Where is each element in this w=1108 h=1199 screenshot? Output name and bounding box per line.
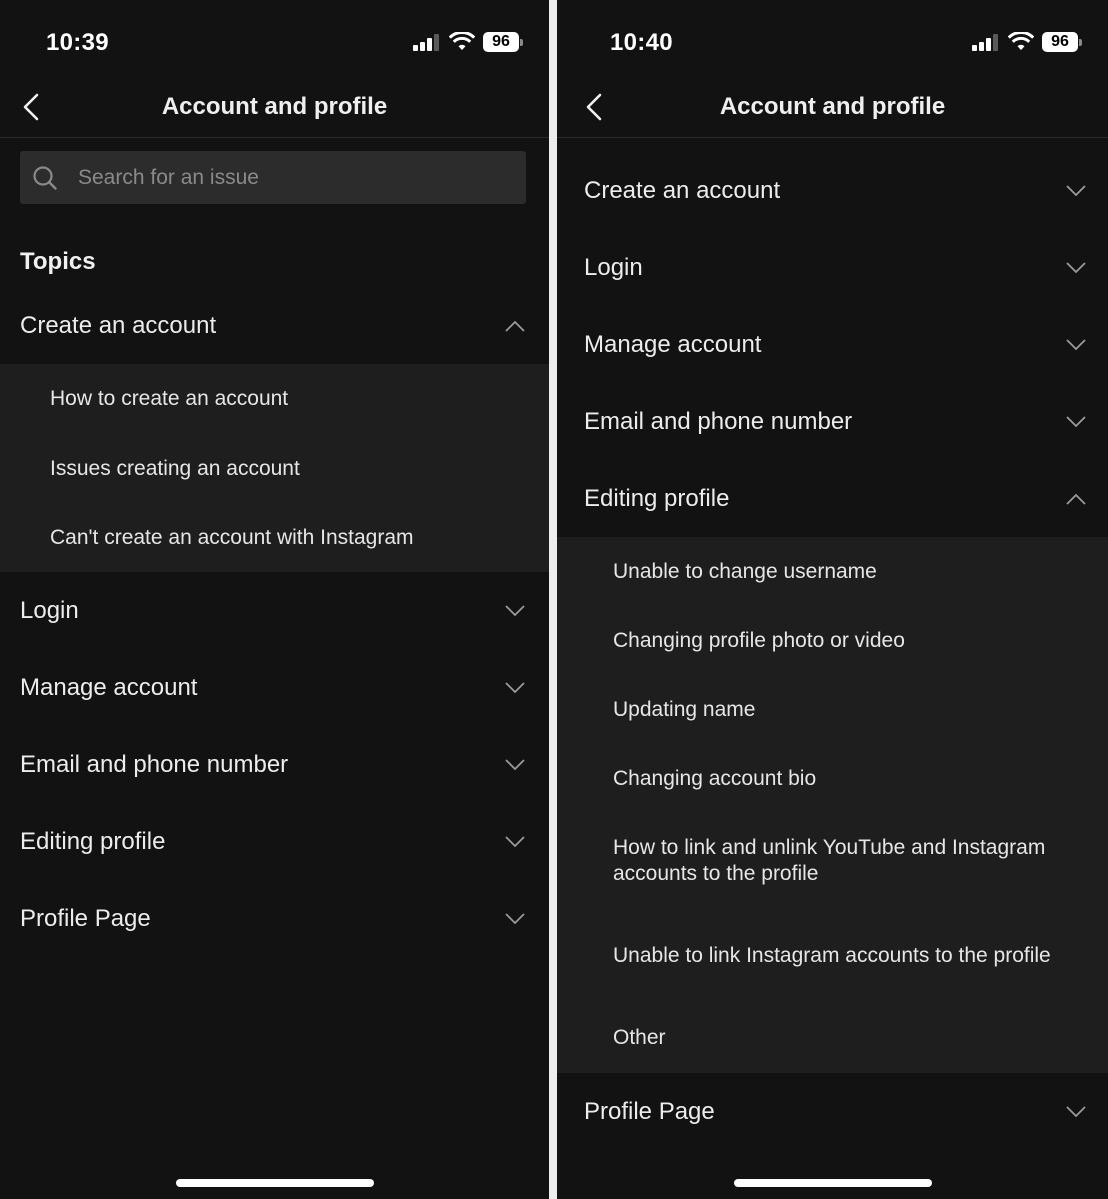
- status-bar: 10:40 96: [557, 0, 1108, 88]
- chevron-down-icon: [505, 912, 525, 924]
- topic-subitems: How to create an account Issues creating…: [0, 364, 549, 572]
- screenshot-divider: [549, 0, 557, 1199]
- search-icon: [33, 165, 57, 190]
- page-title: Account and profile: [161, 93, 388, 120]
- screen-right: 10:40 96 Create an account Login Manage …: [557, 0, 1108, 1199]
- topic-label: Create an account: [584, 176, 781, 204]
- topic-editing-profile[interactable]: Editing profile: [0, 803, 549, 880]
- topic-login[interactable]: Login: [0, 572, 549, 649]
- subtopic-item[interactable]: How to create an account: [0, 364, 549, 434]
- topic-label: Editing profile: [584, 484, 730, 512]
- status-bar: 10:39 96: [0, 0, 549, 88]
- cellular-signal-icon: [972, 33, 1000, 51]
- topic-label: Create an account: [20, 311, 217, 339]
- topic-email-and-phone[interactable]: Email and phone number: [557, 383, 1108, 460]
- cellular-signal-icon: [413, 33, 441, 51]
- topic-create-an-account[interactable]: Create an account: [557, 152, 1108, 229]
- subtopic-item[interactable]: Unable to link Instagram accounts to the…: [557, 908, 1108, 1003]
- topic-manage-account[interactable]: Manage account: [0, 649, 549, 726]
- topic-label: Email and phone number: [584, 407, 853, 435]
- chevron-down-icon: [1066, 184, 1086, 196]
- topic-list: Create an account Login Manage account E…: [557, 152, 1108, 1150]
- battery-level: 96: [483, 32, 519, 52]
- topic-login[interactable]: Login: [557, 229, 1108, 306]
- chevron-down-icon: [1066, 338, 1086, 350]
- nav-bar: Account and profile: [0, 88, 549, 138]
- chevron-up-icon: [505, 320, 525, 332]
- chevron-down-icon: [1066, 415, 1086, 427]
- topics-heading: Topics: [20, 248, 96, 275]
- topic-label: Editing profile: [20, 827, 166, 855]
- topic-profile-page[interactable]: Profile Page: [557, 1073, 1108, 1150]
- subtopic-item[interactable]: Can't create an account with Instagram: [0, 503, 549, 572]
- chevron-down-icon: [1066, 261, 1086, 273]
- topic-label: Manage account: [20, 673, 198, 701]
- subtopic-item[interactable]: Updating name: [557, 675, 1108, 744]
- topic-label: Login: [20, 596, 79, 624]
- subtopic-item[interactable]: Changing profile photo or video: [557, 606, 1108, 675]
- topic-label: Email and phone number: [20, 750, 289, 778]
- home-indicator[interactable]: [733, 1179, 932, 1187]
- screen-left: 10:39 96 Account and profile Topics Crea…: [0, 0, 549, 1199]
- topic-label: Login: [584, 253, 643, 281]
- battery-level: 96: [1042, 32, 1078, 52]
- chevron-down-icon: [505, 604, 525, 616]
- wifi-icon: [1008, 32, 1034, 50]
- topic-email-and-phone[interactable]: Email and phone number: [0, 726, 549, 803]
- topic-list: Create an account How to create an accou…: [0, 287, 549, 957]
- status-time: 10:39: [46, 29, 109, 56]
- topic-editing-profile[interactable]: Editing profile: [557, 460, 1108, 537]
- subtopic-item[interactable]: How to link and unlink YouTube and Insta…: [557, 813, 1108, 908]
- topic-profile-page[interactable]: Profile Page: [0, 880, 549, 957]
- search-input[interactable]: [78, 165, 478, 190]
- topic-label: Profile Page: [584, 1097, 715, 1125]
- chevron-down-icon: [505, 681, 525, 693]
- subtopic-item[interactable]: Issues creating an account: [0, 434, 549, 503]
- status-time: 10:40: [610, 29, 673, 56]
- topic-subitems: Unable to change username Changing profi…: [557, 537, 1108, 1073]
- home-indicator[interactable]: [175, 1179, 374, 1187]
- subtopic-item[interactable]: Unable to change username: [557, 537, 1108, 606]
- battery-icon: 96: [483, 32, 523, 52]
- topic-label: Profile Page: [20, 904, 151, 932]
- page-title: Account and profile: [719, 93, 946, 120]
- search-field[interactable]: [20, 151, 526, 204]
- subtopic-item[interactable]: Changing account bio: [557, 744, 1108, 813]
- wifi-icon: [449, 32, 475, 50]
- subtopic-item[interactable]: Other: [557, 1003, 1108, 1073]
- battery-icon: 96: [1042, 32, 1082, 52]
- topic-label: Manage account: [584, 330, 762, 358]
- topic-create-an-account[interactable]: Create an account: [0, 287, 549, 364]
- chevron-up-icon: [1066, 493, 1086, 505]
- topic-manage-account[interactable]: Manage account: [557, 306, 1108, 383]
- chevron-down-icon: [505, 758, 525, 770]
- nav-bar: Account and profile: [557, 88, 1108, 138]
- chevron-down-icon: [1066, 1105, 1086, 1117]
- chevron-down-icon: [505, 835, 525, 847]
